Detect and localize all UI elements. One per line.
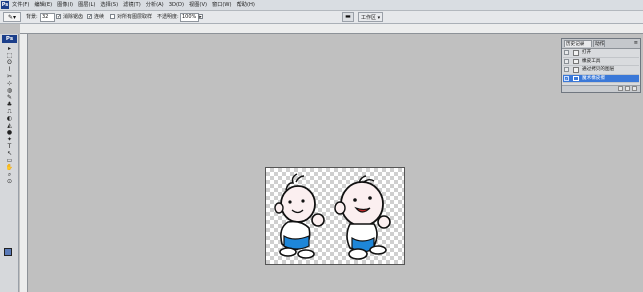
size-field[interactable]: 32 (40, 13, 55, 22)
history-item[interactable]: 打开 (563, 49, 639, 58)
contiguous-label: 连续 (94, 14, 105, 20)
layer-copy-icon (573, 67, 579, 73)
sample-all-label: 对所有图层取样 (117, 14, 153, 20)
tool-button[interactable]: ◍ (2, 87, 17, 94)
opacity-dropdown-icon[interactable]: ▸ (198, 14, 203, 20)
antialias-checkbox[interactable]: ✓ (56, 14, 61, 20)
antialias-label: 消除锯齿 (63, 14, 84, 20)
magic-eraser-icon (573, 75, 579, 82)
workspace-icon[interactable]: ▬ (342, 12, 354, 22)
tool-button[interactable]: ⌇ (2, 66, 17, 73)
menu-item[interactable]: 视图(V) (189, 0, 207, 10)
menu-item[interactable]: 分析(A) (146, 0, 164, 10)
contiguous-checkbox[interactable]: ✓ (87, 14, 92, 20)
menu-item[interactable]: 3D(D) (169, 0, 184, 10)
history-panel-tabs: 历史记录 动作 ≡ (562, 39, 640, 49)
menu-item[interactable]: 文件(F) (12, 0, 29, 10)
brush-icon[interactable]: ✎▾ (3, 12, 21, 22)
menu-item[interactable]: 帮助(H) (237, 0, 255, 10)
menu-item[interactable]: 图层(L) (78, 0, 95, 10)
cartoon-babies-image (274, 173, 391, 260)
app-logo: Ps (1, 1, 9, 9)
tool-button[interactable]: ↖ (2, 150, 17, 157)
new-document-icon[interactable] (618, 86, 623, 91)
tool-button[interactable]: ʘ (2, 59, 17, 66)
sample-all-checkbox[interactable] (110, 14, 115, 19)
history-item-label: 通过拷贝的图层 (582, 67, 615, 73)
history-item-label: 打开 (582, 50, 592, 55)
menu-list: 文件(F) 编辑(E) 图像(I) 图层(L) 选择(S) 滤镜(T) 分析(A) 3D(D)… (12, 0, 260, 10)
new-snapshot-icon[interactable] (625, 86, 630, 91)
delete-icon[interactable] (632, 86, 637, 91)
tool-button[interactable]: ✦ (2, 136, 17, 143)
tool-button[interactable]: ⊹ (2, 80, 17, 87)
size-label: 背景: (26, 14, 38, 20)
vertical-ruler[interactable] (20, 34, 28, 292)
menu-item[interactable]: 滤镜(T) (123, 0, 141, 10)
foreground-color-swatch[interactable] (4, 248, 12, 256)
tool-button[interactable]: ✎ (2, 94, 17, 101)
opacity-label: 不透明度: (157, 14, 179, 20)
history-source-checkbox[interactable]: ✓ (564, 75, 569, 81)
tool-button[interactable]: ♣ (2, 101, 17, 108)
history-source-checkbox[interactable] (564, 67, 569, 73)
tool-button[interactable]: ● (2, 129, 17, 136)
horizontal-ruler[interactable] (20, 24, 643, 34)
history-item[interactable]: 橡皮工具 (563, 58, 639, 67)
history-source-checkbox[interactable] (564, 58, 569, 64)
open-icon (573, 50, 579, 56)
panel-menu-icon[interactable]: ≡ (634, 40, 638, 47)
tab-actions[interactable]: 动作 (593, 40, 605, 47)
history-footer (562, 85, 640, 92)
menu-bar: Ps 文件(F) 编辑(E) 图像(I) 图层(L) 选择(S) 滤镜(T) 分析(A) 3D… (0, 0, 643, 11)
history-panel: 历史记录 动作 ≡ 打开橡皮工具通过拷贝的图层 ✓ 魔术橡皮擦 (561, 38, 641, 93)
toolbox: Ps ▸ ⬚ ʘ ⌇ ✂ ⊹ ◍ ✎ ♣ ⎍ ◐ ◭ ● ✦ T ↖ ▭ ✋ ⌕ ⊙ (0, 34, 19, 292)
tool-button[interactable]: ◭ (2, 122, 17, 129)
menu-item[interactable]: 图像(I) (57, 0, 73, 10)
tool-button[interactable]: ◐ (2, 115, 17, 122)
tool-button[interactable]: ⎍ (2, 108, 17, 115)
menu-item[interactable]: 选择(S) (100, 0, 118, 10)
menu-item[interactable]: 窗口(W) (212, 0, 232, 10)
opacity-field[interactable]: 100% (180, 13, 199, 22)
tab-history[interactable]: 历史记录 (564, 40, 592, 47)
tool-button[interactable]: T (2, 143, 17, 150)
options-bar: ✎▾ 背景: 32 ✓ 消除锯齿 ✓ 连续 对所有图层取样 不透明度: 100%… (0, 11, 643, 24)
eraser-icon (573, 58, 579, 65)
history-item-label: 魔术橡皮擦 (582, 75, 605, 81)
tool-button[interactable]: ⊙ (2, 178, 17, 185)
history-item[interactable]: ✓ 魔术橡皮擦 (563, 74, 639, 84)
tool-button[interactable]: ✂ (2, 73, 17, 80)
tool-button[interactable]: ✋ (2, 164, 17, 171)
workspace-menu[interactable]: 工作区 ▾ (358, 12, 384, 22)
toolbox-logo: Ps (2, 35, 17, 43)
tool-button[interactable]: ▸ (2, 45, 17, 52)
tool-button[interactable]: ▭ (2, 157, 17, 164)
history-source-checkbox[interactable] (564, 50, 569, 55)
history-item[interactable]: 通过拷贝的图层 (563, 66, 639, 75)
document-canvas[interactable] (265, 167, 405, 265)
menu-item[interactable]: 编辑(E) (34, 0, 52, 10)
history-item-label: 橡皮工具 (582, 58, 601, 64)
history-list: 打开橡皮工具通过拷贝的图层 ✓ 魔术橡皮擦 (563, 49, 639, 84)
tool-button[interactable]: ⌕ (2, 171, 17, 178)
tool-button[interactable]: ⬚ (2, 52, 17, 59)
